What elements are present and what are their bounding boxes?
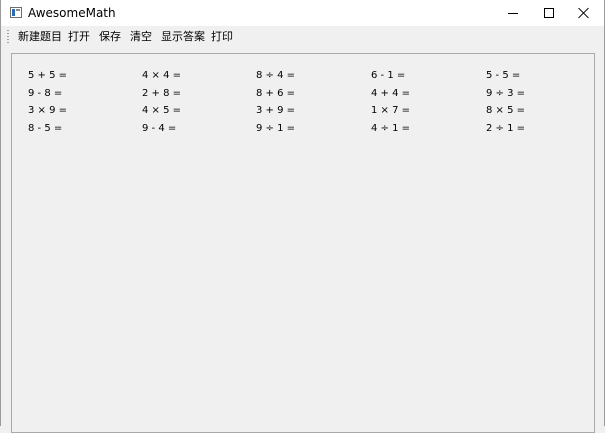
toolbar: 新建题目 打开 保存 清空 显示答案 打印 [1,27,604,47]
problem-item: 9 ÷ 3 = [486,88,526,99]
minimize-button[interactable] [494,0,532,26]
problem-item: 1 × 7 = [371,105,411,116]
problem-item: 8 ÷ 4 = [256,70,296,81]
app-window: AwesomeMath 新建题目 打开 保存 清空 显示答案 打印 5 + 5 … [0,0,605,433]
problem-item: 9 ÷ 1 = [256,123,296,134]
problem-item: 4 × 4 = [142,70,182,81]
problem-item: 5 - 5 = [486,70,521,81]
save-button[interactable]: 保存 [99,29,121,45]
toolbar-grip-handle[interactable] [7,30,9,44]
app-window-icon [10,7,22,18]
problem-item: 4 × 5 = [142,105,182,116]
problem-item: 8 + 6 = [256,88,296,99]
problem-item: 8 × 5 = [486,105,526,116]
print-button[interactable]: 打印 [211,29,233,45]
problem-item: 3 × 9 = [28,105,68,116]
problem-item: 9 - 8 = [28,88,63,99]
problem-item: 2 ÷ 1 = [486,123,526,134]
clear-button[interactable]: 清空 [130,29,152,45]
maximize-button[interactable] [530,0,568,26]
open-button[interactable]: 打开 [68,29,90,45]
problem-item: 6 - 1 = [371,70,406,81]
problem-item: 9 - 4 = [142,123,177,134]
close-button[interactable] [566,0,604,26]
show-answers-button[interactable]: 显示答案 [161,29,205,45]
maximize-icon [544,8,554,18]
problem-item: 2 + 8 = [142,88,182,99]
new-problems-button[interactable]: 新建题目 [18,29,62,45]
problem-item: 4 ÷ 1 = [371,123,411,134]
problem-item: 4 + 4 = [371,88,411,99]
problem-item: 8 - 5 = [28,123,63,134]
close-icon [578,7,590,19]
problem-item: 5 + 5 = [28,70,68,81]
minimize-icon [508,13,518,14]
problems-panel: 5 + 5 = 4 × 4 = 8 ÷ 4 = 6 - 1 = 5 - 5 = … [11,53,595,433]
problem-item: 3 + 9 = [256,105,296,116]
title-bar[interactable]: AwesomeMath [1,0,604,26]
window-title: AwesomeMath [28,6,116,20]
